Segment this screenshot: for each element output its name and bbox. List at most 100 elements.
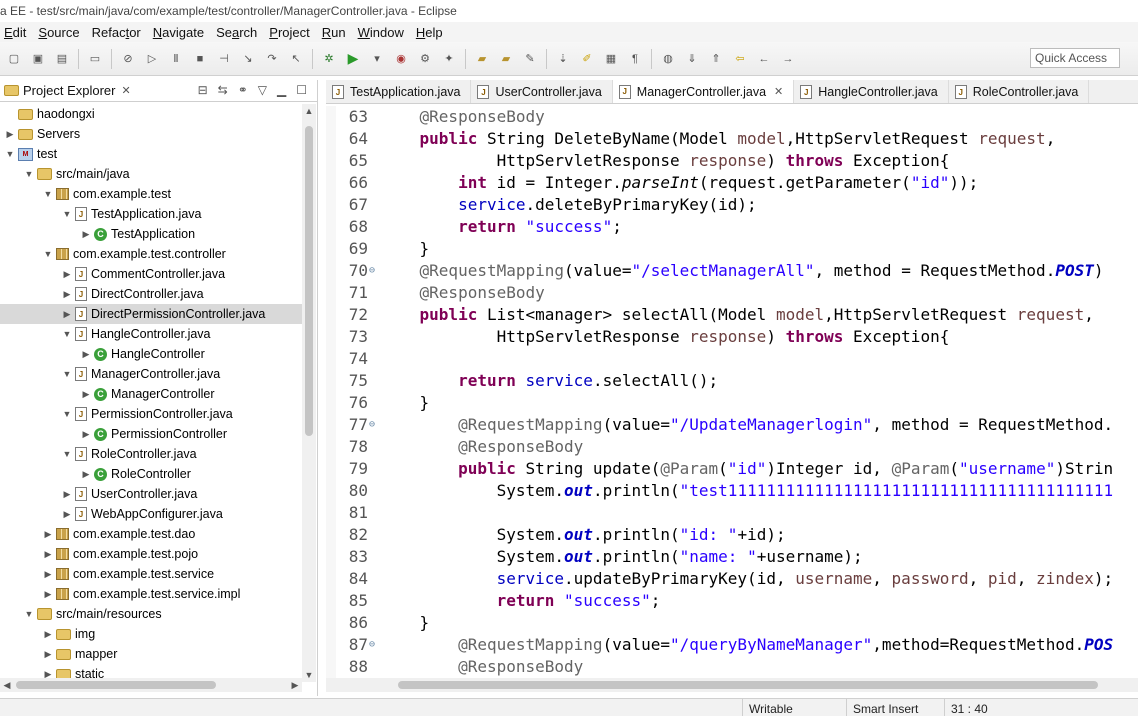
disconnect-icon[interactable]: ⊣	[215, 50, 233, 68]
expand-arrow-icon[interactable]: ▶	[61, 309, 73, 320]
step-over-icon[interactable]: ↷	[263, 50, 281, 68]
tree-item[interactable]: ▶ img	[0, 624, 302, 644]
collapse-arrow-icon[interactable]: ▼	[23, 169, 35, 179]
code-line[interactable]: 79 public String update(@Param("id")Inte…	[326, 458, 1138, 480]
maximize-icon[interactable]: ☐	[296, 83, 307, 97]
save-icon[interactable]: ▣	[29, 50, 47, 68]
menu-help[interactable]: Help	[412, 25, 451, 40]
show-whitespace-icon[interactable]: ¶	[626, 50, 644, 68]
code-line[interactable]: 66 int id = Integer.parseInt(request.get…	[326, 172, 1138, 194]
fold-toggle-icon[interactable]: ⊖	[369, 634, 375, 656]
collapse-all-icon[interactable]: ⊟	[198, 83, 208, 97]
close-icon[interactable]: ✕	[121, 84, 130, 97]
code-line[interactable]: 87 ⊖ @RequestMapping(value="/queryByNameM…	[326, 634, 1138, 656]
menu-navigate[interactable]: Navigate	[149, 25, 212, 40]
expand-arrow-icon[interactable]: ▶	[42, 549, 54, 560]
menu-edit[interactable]: Edit	[0, 25, 34, 40]
code-line[interactable]: 78 @ResponseBody	[326, 436, 1138, 458]
code-line[interactable]: 80 System.out.println("test1111111111111…	[326, 480, 1138, 502]
coverage-icon[interactable]: ◉	[392, 50, 410, 68]
minimize-icon[interactable]: ▁	[277, 83, 286, 97]
expand-arrow-icon[interactable]: ▶	[42, 569, 54, 580]
tree-item[interactable]: ▼ J RoleController.java	[0, 444, 302, 464]
tree-item[interactable]: ▼ com.example.test	[0, 184, 302, 204]
tree-item[interactable]: ▶ J DirectController.java	[0, 284, 302, 304]
tree-item[interactable]: ▶ com.example.test.service.impl	[0, 584, 302, 604]
tree-item[interactable]: ▶ C TestApplication	[0, 224, 302, 244]
back-icon[interactable]: ⇦	[731, 50, 749, 68]
code-area[interactable]: 63 @ResponseBody 64 public String DeleteB…	[326, 106, 1138, 678]
menu-project[interactable]: Project	[265, 25, 317, 40]
view-menu-icon[interactable]: ▽	[258, 83, 267, 97]
editor-horizontal-scrollbar[interactable]	[326, 678, 1138, 692]
editor-tab[interactable]: J UserController.java	[471, 80, 613, 103]
fold-toggle-icon[interactable]: ⊖	[369, 414, 375, 436]
code-line[interactable]: 86 }	[326, 612, 1138, 634]
code-line[interactable]: 67 service.deleteByPrimaryKey(id);	[326, 194, 1138, 216]
expand-arrow-icon[interactable]: ▶	[80, 349, 92, 360]
collapse-arrow-icon[interactable]: ▼	[42, 189, 54, 199]
tree-item[interactable]: ▼ Mtest	[0, 144, 302, 164]
tree-item[interactable]: ▼ J TestApplication.java	[0, 204, 302, 224]
menu-search[interactable]: Search	[212, 25, 265, 40]
resume-icon[interactable]: ▷	[143, 50, 161, 68]
tree-item[interactable]: ▶ J CommentController.java	[0, 264, 302, 284]
menu-window[interactable]: Window	[354, 25, 412, 40]
forward-icon[interactable]: →	[779, 50, 797, 68]
tree-item[interactable]: haodongxi	[0, 104, 302, 124]
editor-tab[interactable]: J RoleController.java	[949, 80, 1090, 103]
code-line[interactable]: 71 @ResponseBody	[326, 282, 1138, 304]
expand-arrow-icon[interactable]: ▶	[61, 269, 73, 280]
collapse-arrow-icon[interactable]: ▼	[61, 449, 73, 459]
editor-tab[interactable]: J ManagerController.java ✕	[612, 80, 795, 103]
suspend-icon[interactable]: Ⅱ	[167, 50, 185, 68]
quick-access-field[interactable]: Quick Access	[1030, 48, 1120, 68]
next-annotation-icon[interactable]: ⇣	[554, 50, 572, 68]
editor-tab[interactable]: J HangleController.java	[794, 80, 949, 103]
back-history-icon[interactable]: ←	[755, 50, 773, 68]
scroll-thumb[interactable]	[398, 681, 1098, 689]
save-all-icon[interactable]: ▤	[53, 50, 71, 68]
skip-breakpoints-icon[interactable]: ⊘	[119, 50, 137, 68]
expand-arrow-icon[interactable]: ▶	[80, 469, 92, 480]
tree-item[interactable]: ▶ Servers	[0, 124, 302, 144]
open-type-icon[interactable]: ▰	[473, 50, 491, 68]
run-icon[interactable]: ▶	[344, 50, 362, 68]
expand-arrow-icon[interactable]: ▶	[61, 509, 73, 520]
explorer-vertical-scrollbar[interactable]: ▲ ▼	[302, 104, 316, 682]
collapse-arrow-icon[interactable]: ▼	[42, 249, 54, 259]
new-icon[interactable]: ▢	[5, 50, 23, 68]
expand-arrow-icon[interactable]: ▶	[4, 129, 16, 140]
code-line[interactable]: 70 ⊖ @RequestMapping(value="/selectManage…	[326, 260, 1138, 282]
code-line[interactable]: 64 public String DeleteByName(Model mode…	[326, 128, 1138, 150]
code-line[interactable]: 73 HttpServletResponse response) throws …	[326, 326, 1138, 348]
filter-icon[interactable]: ⚭	[238, 83, 248, 97]
menu-source[interactable]: Source	[34, 25, 87, 40]
tree-item[interactable]: ▶ C RoleController	[0, 464, 302, 484]
new-wizard-icon[interactable]: ✦	[440, 50, 458, 68]
code-line[interactable]: 82 System.out.println("id: "+id);	[326, 524, 1138, 546]
step-into-icon[interactable]: ↘	[239, 50, 257, 68]
tree-item[interactable]: ▶ C HangleController	[0, 344, 302, 364]
expand-arrow-icon[interactable]: ▶	[42, 649, 54, 660]
scroll-thumb[interactable]	[305, 126, 313, 436]
tree-item[interactable]: ▶ J UserController.java	[0, 484, 302, 504]
tree-item[interactable]: ▼ J ManagerController.java	[0, 364, 302, 384]
tree-item[interactable]: ▶ J DirectPermissionController.java	[0, 304, 302, 324]
collapse-arrow-icon[interactable]: ▼	[61, 209, 73, 219]
globe-icon[interactable]: ◍	[659, 50, 677, 68]
code-line[interactable]: 84 service.updateByPrimaryKey(id, userna…	[326, 568, 1138, 590]
tree-item[interactable]: ▶ J WebAppConfigurer.java	[0, 504, 302, 524]
menu-refactor[interactable]: Refactor	[88, 25, 149, 40]
tree-item[interactable]: ▶ com.example.test.service	[0, 564, 302, 584]
collapse-arrow-icon[interactable]: ▼	[61, 409, 73, 419]
expand-arrow-icon[interactable]: ▶	[80, 429, 92, 440]
tree-item[interactable]: ▼ src/main/resources	[0, 604, 302, 624]
open-folder-icon[interactable]: ▰	[497, 50, 515, 68]
fold-toggle-icon[interactable]: ⊖	[369, 260, 375, 282]
code-line[interactable]: 74	[326, 348, 1138, 370]
scroll-up-icon[interactable]: ▲	[302, 104, 316, 118]
expand-arrow-icon[interactable]: ▶	[42, 589, 54, 600]
collapse-arrow-icon[interactable]: ▼	[23, 609, 35, 619]
block-selection-icon[interactable]: ▦	[602, 50, 620, 68]
